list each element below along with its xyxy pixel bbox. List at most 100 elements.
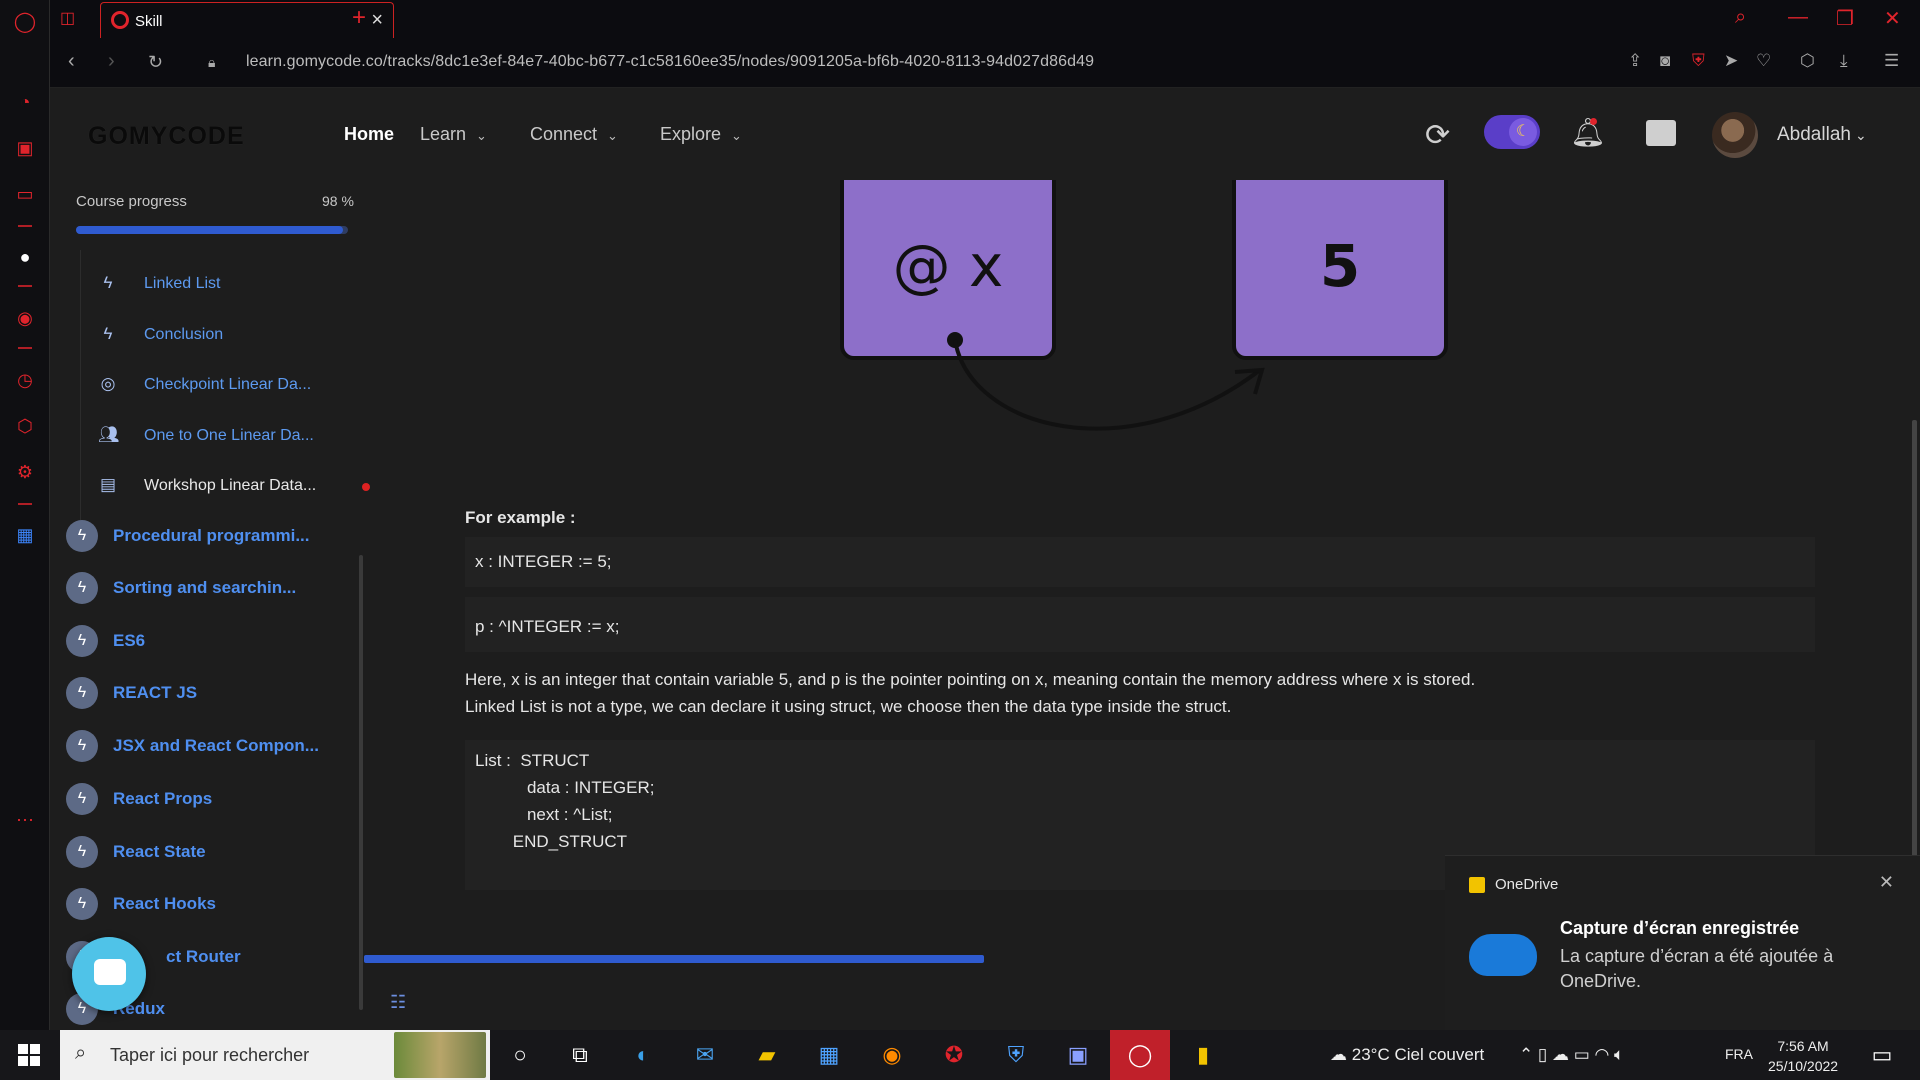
camera-icon[interactable]: ◙	[1660, 51, 1670, 71]
module-item[interactable]: ϟ JSX and React Compon...	[66, 724, 366, 768]
url-field[interactable]: learn.gomycode.co/tracks/8dc1e3ef-84e7-4…	[246, 53, 1094, 71]
menu-connect[interactable]: Connect ⌄	[530, 124, 618, 145]
workshop-icon: ▤	[99, 475, 117, 494]
module-item[interactable]: ϟ React Props	[66, 777, 366, 821]
defender-icon[interactable]: ⛨	[1001, 1040, 1031, 1070]
paragraph: Here, x is an integer that contain varia…	[465, 670, 1476, 689]
gamepad-icon[interactable]: ◫	[60, 8, 75, 28]
mail-icon[interactable]: ✉	[690, 1040, 720, 1070]
translate-icon[interactable]: ▦	[13, 523, 37, 547]
clock-date: 25/10/2022	[1768, 1058, 1839, 1074]
messages-icon[interactable]	[1646, 120, 1676, 146]
sidebar-item-linked-list[interactable]: ϟ Linked List	[80, 263, 350, 303]
twitch-icon[interactable]: ▭	[13, 182, 37, 206]
rail-divider	[18, 225, 32, 227]
sidebar-scrollbar[interactable]	[359, 555, 363, 1010]
user-menu[interactable]: Abdallah ⌄	[1777, 124, 1867, 146]
whatsapp-icon[interactable]: ●	[13, 245, 37, 269]
module-item[interactable]: ϟ React State	[66, 830, 366, 874]
speed-dial-icon[interactable]: ◔	[13, 90, 37, 114]
menu-connect-label: Connect	[530, 124, 598, 144]
menu-explore-label: Explore	[660, 124, 722, 144]
download-icon[interactable]: ⤓	[1840, 51, 1848, 71]
teams-icon[interactable]: ▣	[1063, 1040, 1093, 1070]
cube-icon[interactable]: ⬡	[13, 414, 37, 438]
module-label: React Hooks	[113, 894, 216, 913]
history-icon[interactable]: ◷	[13, 368, 37, 392]
notifications-bell-icon[interactable]: 🔔︎	[1570, 116, 1606, 149]
minimize-icon[interactable]: —	[1788, 6, 1808, 29]
forward-icon[interactable]: ›	[108, 50, 115, 73]
dark-mode-toggle[interactable]: ☾	[1484, 115, 1540, 149]
back-icon[interactable]: ‹	[68, 50, 75, 73]
taskbar-search[interactable]: ⌕ Taper ici pour rechercher	[60, 1030, 490, 1080]
menu-learn[interactable]: Learn ⌄	[420, 124, 487, 145]
window-close-icon[interactable]: ✕	[1884, 6, 1901, 31]
heart-icon[interactable]: ♡	[1756, 51, 1771, 71]
avatar[interactable]	[1712, 112, 1758, 158]
bag-icon[interactable]: ▣	[13, 136, 37, 160]
code-line: END_STRUCT	[475, 832, 628, 851]
easy-setup-icon[interactable]: ☰	[1884, 51, 1899, 71]
chat-support-button[interactable]	[72, 937, 146, 1011]
send-icon[interactable]: ➤	[1724, 51, 1738, 71]
reload-icon[interactable]: ↻	[148, 52, 163, 73]
toast-close-icon[interactable]: ✕	[1879, 872, 1894, 893]
settings-icon[interactable]: ⚙	[13, 460, 37, 484]
game-app-icon[interactable]: ✪	[939, 1040, 969, 1070]
course-progress-fill	[76, 226, 343, 234]
task-view-icon[interactable]: ⧉	[565, 1040, 595, 1070]
sync-icon[interactable]: ⟳	[1425, 118, 1450, 153]
module-item[interactable]: ϟ Procedural programmi...	[66, 514, 366, 558]
rail-divider	[18, 285, 32, 287]
new-tab-icon[interactable]: +	[352, 4, 366, 32]
module-label: Procedural programmi...	[113, 526, 310, 545]
action-center-icon[interactable]: ▭	[1867, 1040, 1897, 1070]
gomycode-logo[interactable]: GOMYCODE	[88, 122, 245, 151]
browser-tab[interactable]: Skill ×	[100, 2, 394, 38]
file-explorer-icon[interactable]: ▰	[752, 1040, 782, 1070]
player-icon[interactable]: ◉	[13, 306, 37, 330]
opera-taskbar-button[interactable]: ◯	[1110, 1030, 1170, 1080]
share-icon[interactable]: ⇪	[1628, 51, 1642, 71]
sidebar-item-one-to-one[interactable]: 👥︎ One to One Linear Da...	[80, 415, 350, 455]
restore-icon[interactable]: ❐	[1836, 6, 1854, 31]
module-item[interactable]: ϟ REACT JS	[66, 671, 366, 715]
paragraph: Linked List is not a type, we can declar…	[465, 697, 1232, 716]
adblock-icon[interactable]: ⛨	[1692, 51, 1705, 71]
unread-dot	[362, 483, 370, 491]
sidebar-item-checkpoint[interactable]: ◎ Checkpoint Linear Da...	[80, 364, 350, 404]
more-icon[interactable]: ⋯	[13, 808, 37, 832]
opera-logo-icon[interactable]: ◯	[13, 10, 37, 34]
menu-home[interactable]: Home	[344, 124, 394, 145]
outline-list-icon[interactable]: ☷	[390, 992, 406, 1013]
edge-icon[interactable]: ◐	[628, 1040, 658, 1070]
store-icon[interactable]: ▦	[814, 1040, 844, 1070]
bolt-icon: ϟ	[103, 324, 113, 343]
code-line: data : INTEGER;	[475, 778, 655, 797]
onedrive-app-icon	[1469, 877, 1485, 893]
firefox-icon[interactable]: ◉	[877, 1040, 907, 1070]
system-tray[interactable]: ☁︎ 23°C Ciel couvert ⌃ ▯ ☁ ▭ ◠ 🔈︎	[1330, 1045, 1624, 1065]
address-bar: ‹ › ↻ 🔒︎ learn.gomycode.co/tracks/8dc1e3…	[50, 38, 1920, 88]
clock[interactable]: 7:56 AM 25/10/2022	[1768, 1036, 1838, 1076]
extensions-icon[interactable]: ⬡	[1800, 51, 1815, 71]
course-sidebar: Course progress 98 % ϟ Linked List ϟ Con…	[50, 180, 370, 1030]
windows-start-icon[interactable]	[18, 1044, 40, 1066]
cortana-icon[interactable]: ○	[505, 1040, 535, 1070]
tab-title: Skill	[135, 13, 163, 30]
onedrive-notification[interactable]: OneDrive ✕ Capture d’écran enregistrée L…	[1445, 855, 1920, 1030]
module-item[interactable]: ϟ React Hooks	[66, 882, 366, 926]
menu-explore[interactable]: Explore ⌄	[660, 124, 742, 145]
chat-bubble-icon	[94, 959, 126, 985]
module-label: React Props	[113, 789, 213, 808]
search-tabs-icon[interactable]: ⌕	[1735, 6, 1746, 29]
sidebar-item-label: One to One Linear Da...	[144, 427, 314, 444]
module-item[interactable]: ϟ ES6	[66, 619, 366, 663]
sidebar-item-conclusion[interactable]: ϟ Conclusion	[80, 314, 350, 354]
sidebar-item-workshop[interactable]: ▤ Workshop Linear Data...	[80, 465, 370, 505]
notepad-icon[interactable]: ▮	[1188, 1040, 1218, 1070]
module-item[interactable]: ϟ Sorting and searchin...	[66, 566, 366, 610]
tab-close-icon[interactable]: ×	[371, 9, 383, 32]
language-indicator[interactable]: FRA	[1725, 1046, 1753, 1062]
